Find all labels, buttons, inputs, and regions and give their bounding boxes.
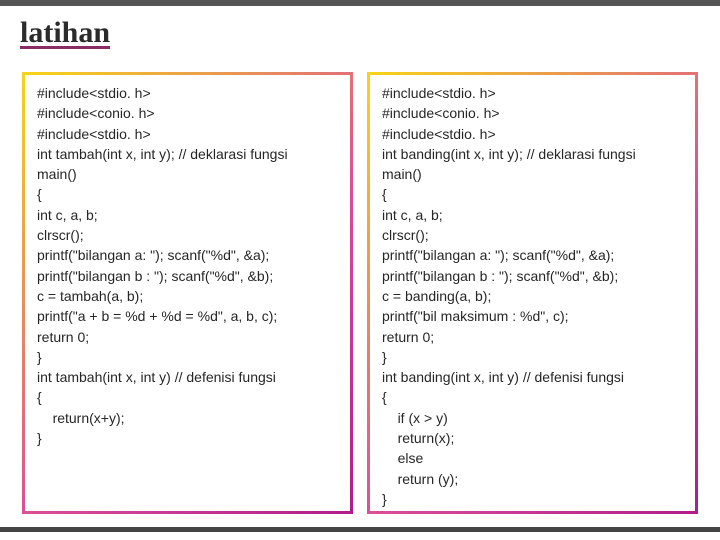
code-right: #include<stdio. h> #include<conio. h> #i…: [382, 83, 683, 509]
code-panel-left: #include<stdio. h> #include<conio. h> #i…: [22, 72, 353, 514]
bottom-rule: [0, 527, 720, 532]
slide-stage: latihan #include<stdio. h> #include<coni…: [0, 0, 720, 540]
code-panel-right: #include<stdio. h> #include<conio. h> #i…: [367, 72, 698, 514]
code-left: #include<stdio. h> #include<conio. h> #i…: [37, 83, 338, 448]
slide-title: latihan: [20, 18, 110, 48]
top-rule: [0, 0, 720, 6]
code-panels: #include<stdio. h> #include<conio. h> #i…: [22, 72, 698, 514]
